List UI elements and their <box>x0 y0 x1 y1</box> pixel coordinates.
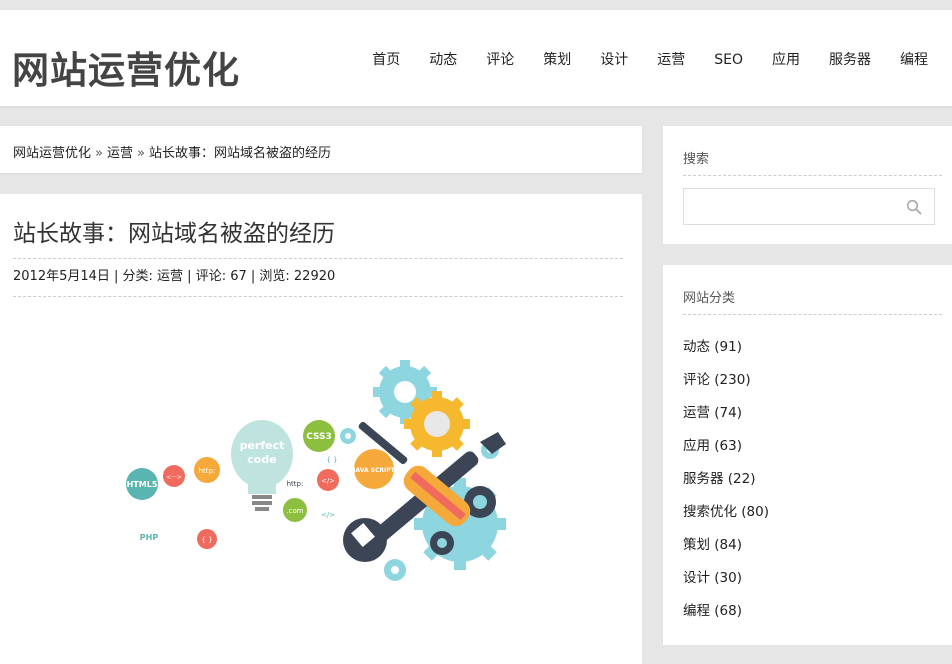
breadcrumb-panel: 网站运营优化» 运营» 站长故事：网站域名被盗的经历 <box>0 126 642 173</box>
search-input[interactable] <box>692 189 911 224</box>
categories-widget-title: 网站分类 <box>683 287 942 315</box>
breadcrumb-home[interactable]: 网站运营优化 <box>13 146 91 161</box>
nav-item-news[interactable]: 动态 <box>429 50 457 70</box>
categories-widget: 网站分类 动态 (91) 评论 (230) 运营 (74) 应用 (63) 服务… <box>663 265 952 645</box>
site-header: 网站运营优化 首页 动态 评论 策划 设计 运营 SEO 应用 服务器 编程 <box>0 10 952 106</box>
code-label: </> <box>321 477 335 485</box>
gear-icon <box>430 531 454 555</box>
javascript-label: JAVA SCRIPT <box>352 467 395 474</box>
braces-label: { } <box>326 456 337 464</box>
list-item: 编程 (68) <box>683 595 769 628</box>
list-item: 策划 (84) <box>683 529 769 562</box>
category-link[interactable]: 运营 (74) <box>683 405 742 421</box>
html5-label: HTML5 <box>127 480 158 489</box>
list-item: 搜索优化 (80) <box>683 496 769 529</box>
bulb-base <box>255 507 269 511</box>
post-panel: 站长故事：网站域名被盗的经历 2012年5月14日 | 分类: 运营 | 评论:… <box>0 194 642 664</box>
gear-icon <box>340 428 356 444</box>
list-item: 应用 (63) <box>683 430 769 463</box>
nav-item-operation[interactable]: 运营 <box>657 50 685 70</box>
site-title[interactable]: 网站运营优化 <box>12 40 240 94</box>
nav-item-seo[interactable]: SEO <box>714 50 743 70</box>
tag-arrows-label: <···> <box>166 474 182 481</box>
com-label: .com <box>286 507 303 515</box>
category-link[interactable]: 服务器 (22) <box>683 471 756 487</box>
nav-item-programming[interactable]: 编程 <box>900 50 928 70</box>
nav-item-server[interactable]: 服务器 <box>829 50 871 70</box>
nav-item-home[interactable]: 首页 <box>372 50 400 70</box>
category-link[interactable]: 搜索优化 (80) <box>683 504 769 520</box>
bulb-base <box>252 501 272 505</box>
category-list: 动态 (91) 评论 (230) 运营 (74) 应用 (63) 服务器 (22… <box>683 331 769 628</box>
category-link[interactable]: 动态 (91) <box>683 339 742 355</box>
bulb-base <box>252 495 272 499</box>
list-item: 设计 (30) <box>683 562 769 595</box>
gear-icon <box>384 559 406 581</box>
nav-item-planning[interactable]: 策划 <box>543 50 571 70</box>
bulb-label: code <box>247 453 276 466</box>
breadcrumb-category[interactable]: 运营 <box>107 146 133 161</box>
css3-label: CSS3 <box>306 432 332 442</box>
nav-item-comment[interactable]: 评论 <box>486 50 514 70</box>
http-label: http: <box>287 480 304 488</box>
breadcrumb: 网站运营优化» 运营» 站长故事：网站域名被盗的经历 <box>13 142 331 161</box>
main-nav: 首页 动态 评论 策划 设计 运营 SEO 应用 服务器 编程 <box>343 50 928 70</box>
nav-item-design[interactable]: 设计 <box>600 50 628 70</box>
search-field <box>683 188 935 225</box>
list-item: 评论 (230) <box>683 364 769 397</box>
post-hero-illustration: HTML5 PHP <···> http: { } perfect code C… <box>126 360 506 581</box>
search-icon[interactable] <box>906 199 922 215</box>
category-link[interactable]: 策划 (84) <box>683 537 742 553</box>
breadcrumb-current: 站长故事：网站域名被盗的经历 <box>148 146 331 161</box>
search-widget-title: 搜索 <box>683 148 942 176</box>
breadcrumb-separator: » <box>95 146 103 161</box>
search-widget: 搜索 <box>663 126 952 244</box>
braces-label: { } <box>201 536 212 544</box>
list-item: 运营 (74) <box>683 397 769 430</box>
breadcrumb-separator: » <box>137 146 145 161</box>
bulb-neck <box>248 482 276 494</box>
category-link[interactable]: 设计 (30) <box>683 570 742 586</box>
list-item: 服务器 (22) <box>683 463 769 496</box>
category-link[interactable]: 应用 (63) <box>683 438 742 454</box>
code-label: </> <box>321 511 335 519</box>
php-label: PHP <box>140 533 159 542</box>
nav-item-apps[interactable]: 应用 <box>772 50 800 70</box>
category-link[interactable]: 评论 (230) <box>683 372 751 388</box>
bulb-label: perfect <box>240 439 285 452</box>
category-link[interactable]: 编程 (68) <box>683 603 742 619</box>
post-meta: 2012年5月14日 | 分类: 运营 | 评论: 67 | 浏览: 22920 <box>13 265 623 297</box>
gear-icon <box>404 391 470 457</box>
list-item: 动态 (91) <box>683 331 769 364</box>
post-title: 站长故事：网站域名被盗的经历 <box>13 214 623 259</box>
http-label: http: <box>199 467 216 475</box>
